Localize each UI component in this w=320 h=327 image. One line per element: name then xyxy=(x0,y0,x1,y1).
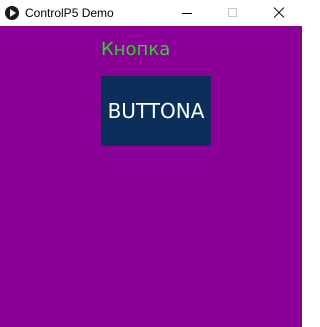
title-bar[interactable]: ControlP5 Demo xyxy=(0,0,302,26)
app-window: ControlP5 Demo Кнопка BUTTONA xyxy=(0,0,302,327)
processing-play-icon xyxy=(5,6,19,20)
sketch-canvas: Кнопка BUTTONA xyxy=(0,26,302,327)
knopka-label: Кнопка xyxy=(101,39,171,60)
close-button[interactable] xyxy=(256,0,302,26)
window-title: ControlP5 Demo xyxy=(25,6,114,20)
maximize-button[interactable] xyxy=(210,0,256,26)
buttona-button[interactable]: BUTTONA xyxy=(101,76,211,146)
minimize-button[interactable] xyxy=(164,0,210,26)
